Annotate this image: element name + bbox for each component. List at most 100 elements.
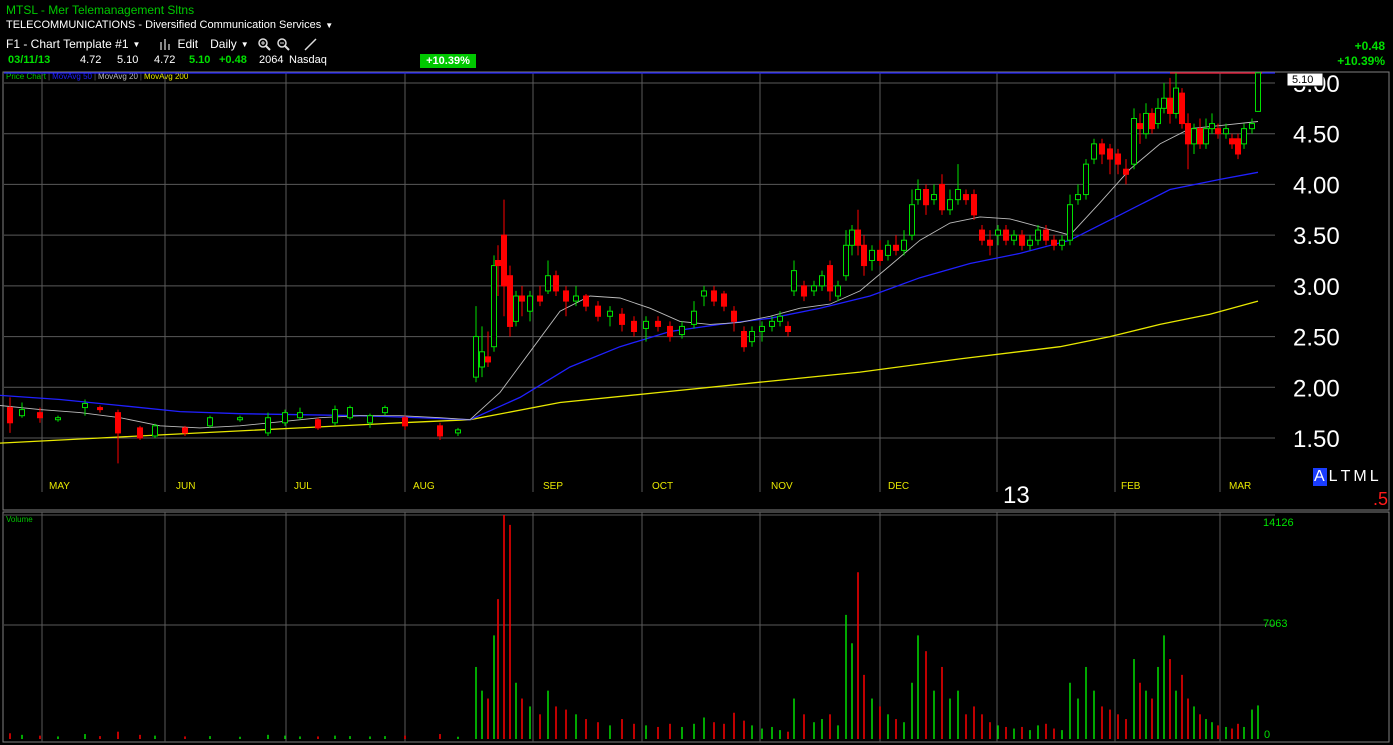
candle-body xyxy=(893,244,899,251)
candle-body xyxy=(1011,234,1017,241)
timeframe-option-m[interactable]: M xyxy=(1353,468,1367,486)
candle-body xyxy=(485,356,491,363)
candle-body xyxy=(979,229,985,241)
candle-body xyxy=(643,320,649,329)
candle-body xyxy=(885,244,891,256)
candle-body xyxy=(1167,97,1173,114)
year-label: 13 xyxy=(1003,482,1030,509)
timeframe-option-l[interactable]: L xyxy=(1329,468,1339,486)
candle-body xyxy=(679,325,685,336)
candle-body xyxy=(819,275,825,287)
price-tick-label: 4.50 xyxy=(1293,122,1340,149)
timeframe-option-t[interactable]: T xyxy=(1341,468,1352,486)
candle-body xyxy=(1149,112,1155,130)
price-tick-label: 1.50 xyxy=(1293,426,1340,453)
price-panel-frame xyxy=(2,71,1390,511)
volume-tick-label: 7063 xyxy=(1263,618,1287,630)
candle-body xyxy=(19,409,25,417)
candle-body xyxy=(115,412,121,434)
timeframe-option-a[interactable]: A xyxy=(1313,468,1327,486)
candle-body xyxy=(711,290,717,302)
candle-body xyxy=(869,249,875,262)
candle-body xyxy=(1043,229,1049,241)
candle-body xyxy=(1075,194,1081,201)
candle-body xyxy=(347,407,353,419)
candle-body xyxy=(1123,168,1129,175)
candle-body xyxy=(137,427,143,439)
candle-body xyxy=(995,229,1001,236)
candle-body xyxy=(553,275,559,292)
candle-body xyxy=(1035,229,1041,241)
volume-tick-label: 14126 xyxy=(1263,517,1294,529)
candle-body xyxy=(1191,128,1197,145)
candle-body xyxy=(332,409,338,424)
month-label: MAY xyxy=(49,481,70,492)
candle-body xyxy=(367,415,373,424)
candle-body xyxy=(152,425,158,437)
timeframe-option-l2[interactable]: L xyxy=(1370,468,1380,486)
candle-body xyxy=(801,285,807,297)
candle-body xyxy=(741,331,747,348)
candle-body xyxy=(495,260,501,267)
candle-body xyxy=(583,295,589,307)
candle-body xyxy=(631,320,637,333)
candle-body xyxy=(1229,138,1235,145)
candle-body xyxy=(1003,229,1009,241)
candle-body xyxy=(731,310,737,322)
candle-body xyxy=(1203,128,1209,145)
candle-body xyxy=(971,194,977,216)
candle-body xyxy=(1155,107,1161,125)
candle-body xyxy=(1161,97,1167,109)
month-label: JUN xyxy=(176,481,195,492)
price-tick-label: 3.50 xyxy=(1293,223,1340,250)
candle-body xyxy=(82,403,88,409)
candle-body xyxy=(947,199,953,211)
candle-body xyxy=(207,417,213,427)
candle-body xyxy=(759,325,765,332)
candle-body xyxy=(861,244,867,267)
candle-body xyxy=(607,310,613,317)
candle-body xyxy=(265,417,271,434)
candle-body xyxy=(667,325,673,338)
candle-body xyxy=(1215,128,1221,135)
candle-body xyxy=(573,295,579,302)
candle-body xyxy=(473,336,479,378)
movavg-20-line xyxy=(0,121,1259,429)
candle-body xyxy=(835,285,841,297)
candle-body xyxy=(37,412,43,419)
price-tick-label: 2.00 xyxy=(1293,375,1340,402)
candle-body xyxy=(402,417,408,427)
candle-body xyxy=(1197,128,1203,145)
candle-body xyxy=(1099,143,1105,155)
month-label: SEP xyxy=(543,481,563,492)
price-volume-chart[interactable]: 5.004.504.003.503.002.502.001.505.10MAYJ… xyxy=(0,0,1393,745)
candle-body xyxy=(843,244,849,277)
candle-body xyxy=(691,310,697,325)
movavg-200-line xyxy=(0,300,1259,444)
candle-body xyxy=(827,265,833,292)
candle-body xyxy=(479,351,485,368)
candle-body xyxy=(382,407,388,414)
candle-body xyxy=(1185,123,1191,145)
candle-body xyxy=(849,229,855,246)
candle-body xyxy=(1249,123,1255,130)
candle-body xyxy=(1083,163,1089,196)
candle-body xyxy=(987,239,993,246)
candle-body xyxy=(563,290,569,302)
candle-body xyxy=(513,295,519,322)
candle-body xyxy=(1137,123,1143,130)
candle-body xyxy=(491,265,497,348)
candle-body xyxy=(963,194,969,201)
candle-body xyxy=(1059,239,1065,246)
month-label: FEB xyxy=(1121,481,1141,492)
month-label: JUL xyxy=(294,481,312,492)
candle-body xyxy=(855,229,861,246)
candle-body xyxy=(315,419,321,429)
candle-body xyxy=(1173,87,1179,114)
candle-body xyxy=(519,295,525,302)
candle-body xyxy=(1143,112,1149,135)
timeframe-subvalue: .5 xyxy=(1373,489,1389,509)
candle-body xyxy=(915,189,921,201)
candle-body xyxy=(297,412,303,419)
candle-body xyxy=(1067,204,1073,241)
